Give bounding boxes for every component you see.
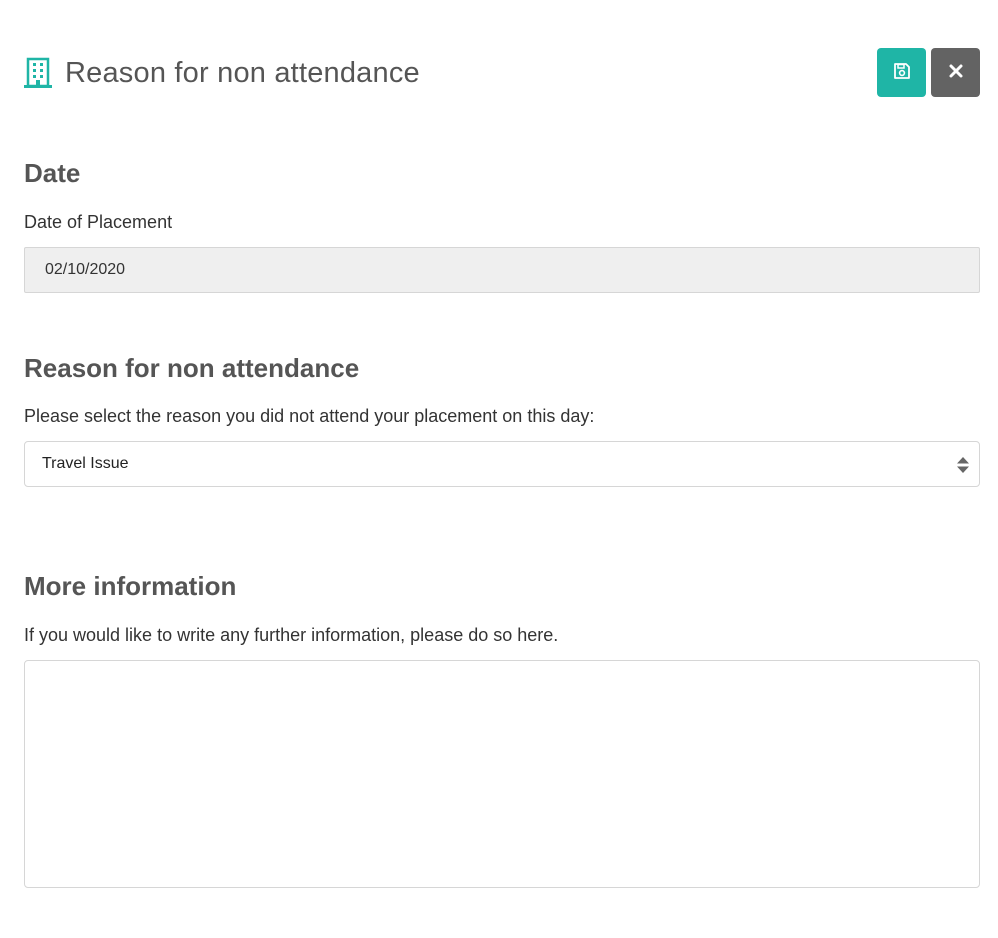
save-icon xyxy=(893,62,911,83)
building-icon xyxy=(24,57,52,89)
reason-select[interactable]: Travel Issue xyxy=(24,441,980,487)
reason-section-heading: Reason for non attendance xyxy=(24,353,360,383)
reason-select-label: Please select the reason you did not att… xyxy=(24,406,595,426)
title-group: Reason for non attendance xyxy=(24,56,420,90)
save-button[interactable] xyxy=(877,48,926,97)
close-button[interactable] xyxy=(931,48,980,97)
date-of-placement-field: 02/10/2020 xyxy=(24,247,980,293)
date-section-heading: Date xyxy=(24,158,81,188)
page-header: Reason for non attendance xyxy=(24,48,980,98)
close-icon xyxy=(948,63,964,82)
date-value: 02/10/2020 xyxy=(45,261,126,278)
date-of-placement-label: Date of Placement xyxy=(24,212,173,232)
more-information-textarea[interactable] xyxy=(24,660,980,888)
reason-selected-value: Travel Issue xyxy=(42,455,129,472)
page-title: Reason for non attendance xyxy=(65,57,420,89)
more-information-label: If you would like to write any further i… xyxy=(24,625,559,645)
info-section-heading: More information xyxy=(24,571,237,601)
select-arrows-icon xyxy=(956,456,970,474)
